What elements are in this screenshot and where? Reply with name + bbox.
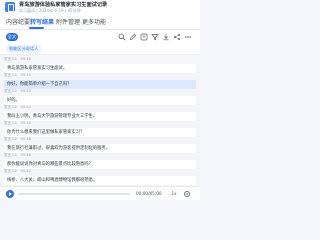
tab-bar: 内容纪要 转写结果 附件管理 更多功能 xyxy=(0,14,200,30)
segment-speaker: 发言人2 · 00:52 xyxy=(4,169,31,173)
action-bar: 智能区分说话人 xyxy=(0,43,200,55)
segment-speaker: 发言人1 · 00:10 xyxy=(4,57,31,61)
segment-text[interactable]: 我在旅行社兼职过，很喜欢为游客提供定制化的服务。 xyxy=(4,143,196,154)
settings-icon[interactable] xyxy=(183,190,191,198)
full-text-chip[interactable]: 全文 xyxy=(6,33,18,41)
segment-speaker: 发言人2 · 00:38 xyxy=(4,137,31,141)
segment-speaker: 发言人2 · 00:24 xyxy=(4,105,31,109)
edit-icon[interactable] xyxy=(129,33,137,41)
segment-speaker: 发言人1 · 00:46 xyxy=(4,153,31,157)
tab-transcript[interactable]: 转写结果 xyxy=(30,17,54,26)
transcript-segment: 发言人1 · 00:14 你好，你能简单介绍一下自己吗？ xyxy=(4,73,196,90)
segment-speaker: 发言人1 · 00:32 xyxy=(4,121,31,125)
tab-more-functions[interactable]: 更多功能 xyxy=(82,17,106,26)
tab-attachments[interactable]: 附件管理 xyxy=(56,17,80,26)
download-icon[interactable] xyxy=(162,33,170,41)
transcript-toolbar: 全文 xyxy=(0,30,200,43)
search-icon[interactable] xyxy=(118,33,126,41)
segment-speaker: 发言人1 · 00:14 xyxy=(4,73,31,77)
play-button[interactable] xyxy=(6,190,14,198)
share-icon[interactable] xyxy=(173,33,181,41)
speed-button[interactable]: 1x xyxy=(170,190,178,198)
document-header: 青岛旅游体验私家管家实习生面试记录 实习面试 | 2024年-6-19 | 45… xyxy=(0,0,200,14)
segment-text[interactable]: 栈桥、八大关、崂山和啤酒博物馆我都很熟悉。 xyxy=(4,175,196,186)
transcript-list[interactable]: 发言人1 · 00:10 青岛旅游私家管家实习生面试。 发言人1 · 00:14… xyxy=(0,55,200,186)
progress-track[interactable] xyxy=(18,193,130,195)
segment-text[interactable]: 青岛旅游私家管家实习生面试。 xyxy=(4,63,196,74)
segment-text[interactable]: 好的。 xyxy=(4,95,196,106)
segment-text-highlighted[interactable]: 你好，你能简单介绍一下自己吗？ xyxy=(4,79,196,90)
transcript-segment: 发言人2 · 00:24 我叫王小明，青岛大学旅游管理专业大三学生。 xyxy=(4,105,196,122)
segment-speaker: 发言人2 · 00:20 xyxy=(4,89,31,93)
identify-speakers-button[interactable]: 智能区分说话人 xyxy=(6,45,42,53)
tab-summary[interactable]: 内容纪要 xyxy=(6,17,30,26)
transcript-segment: 发言人2 · 00:52 栈桥、八大关、崂山和啤酒博物馆我都很熟悉。 xyxy=(4,169,196,186)
active-tab-indicator xyxy=(29,27,44,29)
segment-text[interactable]: 我叫王小明，青岛大学旅游管理专业大三学生。 xyxy=(4,111,196,122)
transcript-segment: 发言人2 · 00:20 好的。 xyxy=(4,89,196,106)
segment-text[interactable]: 那你能说说你对青岛的哪些景点比较熟悉吗？ xyxy=(4,159,196,170)
transcript-segment: 发言人1 · 00:32 你为什么想来我们这里做私家管家实习？ xyxy=(4,121,196,138)
transcript-segment: 发言人2 · 00:38 我在旅行社兼职过，很喜欢为游客提供定制化的服务。 xyxy=(4,137,196,154)
time-display: 00:00/45:00 xyxy=(136,191,162,196)
app-logo-icon xyxy=(5,2,15,12)
transcript-segment: 发言人1 · 00:10 青岛旅游私家管家实习生面试。 xyxy=(4,57,196,74)
transcript-segment: 发言人1 · 00:46 那你能说说你对青岛的哪些景点比较熟悉吗？ xyxy=(4,153,196,170)
document-title: 青岛旅游体验私家管家实习生面试记录 xyxy=(19,2,108,8)
segment-text[interactable]: 你为什么想来我们这里做私家管家实习？ xyxy=(4,127,196,138)
filter-icon[interactable] xyxy=(151,33,159,41)
audio-player: 00:00/45:00 1x xyxy=(0,186,200,200)
more-icon[interactable] xyxy=(184,33,192,41)
translate-icon[interactable] xyxy=(140,33,148,41)
